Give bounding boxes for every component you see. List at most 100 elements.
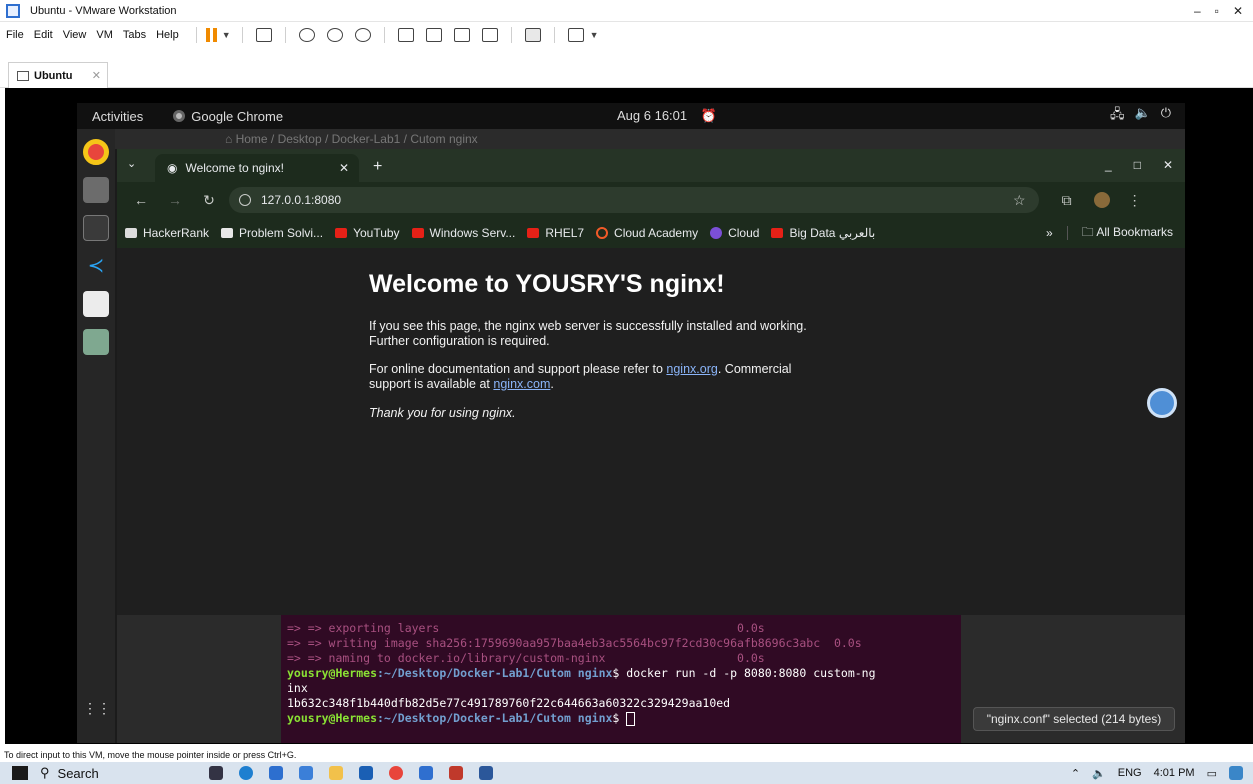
intro-paragraph: If you see this page, the nginx web serv… bbox=[369, 319, 807, 348]
terminal-line: inx bbox=[287, 681, 308, 695]
vmware-taskbar-icon[interactable] bbox=[418, 766, 433, 780]
taskbar-search[interactable]: ⚲ Search bbox=[40, 765, 99, 781]
full-screen-icon[interactable] bbox=[453, 28, 470, 42]
minimize-icon[interactable]: _ bbox=[1105, 158, 1112, 172]
close-icon[interactable]: ✕ bbox=[1233, 4, 1243, 18]
app-menu[interactable]: Google Chrome bbox=[173, 109, 283, 124]
task-view-icon[interactable] bbox=[208, 766, 223, 780]
bookmark-big-data[interactable]: Big Data بالعربي bbox=[771, 226, 875, 240]
terminal-window[interactable]: => => exporting layers 0.0s => => writin… bbox=[281, 615, 961, 743]
console-view-icon[interactable] bbox=[524, 28, 541, 42]
volume-icon: 🔈 bbox=[1134, 105, 1151, 120]
bookmark-problem-solving[interactable]: Problem Solvi... bbox=[221, 226, 323, 240]
maximize-icon[interactable]: ▫ bbox=[1215, 4, 1219, 18]
extensions-icon[interactable]: ⧉ bbox=[1062, 192, 1072, 209]
vm-icon bbox=[17, 70, 29, 81]
chevron-right-icon[interactable]: » bbox=[1046, 226, 1053, 240]
menu-help[interactable]: Help bbox=[156, 29, 179, 41]
bookmark-label: Big Data بالعربي bbox=[789, 226, 876, 240]
pause-icon[interactable] bbox=[205, 28, 218, 42]
revert-snapshot-icon[interactable] bbox=[326, 28, 343, 42]
bookmark-rhel7[interactable]: RHEL7 bbox=[527, 226, 584, 240]
prompt-path: :~/Desktop/Docker-Lab1/Cutom nginx bbox=[377, 711, 613, 725]
app-grid-icon[interactable]: ⋮⋮ bbox=[83, 695, 111, 721]
chrome-dock-icon[interactable] bbox=[83, 139, 109, 165]
nginx-org-link[interactable]: nginx.org bbox=[666, 362, 717, 376]
new-tab-button[interactable]: + bbox=[373, 158, 382, 176]
more-menu-icon[interactable]: ⋮ bbox=[1128, 192, 1142, 209]
copilot-icon[interactable] bbox=[1229, 766, 1243, 780]
close-icon[interactable]: ✕ bbox=[1163, 158, 1173, 172]
bookmark-cloud-academy[interactable]: Cloud Academy bbox=[596, 226, 698, 240]
back-icon[interactable]: ← bbox=[131, 192, 151, 208]
terminal-dock-icon[interactable] bbox=[83, 215, 109, 241]
chrome-taskbar-icon[interactable] bbox=[388, 766, 403, 780]
clock[interactable]: Aug 6 16:01 ⏰ bbox=[617, 108, 717, 124]
forward-icon[interactable]: → bbox=[165, 192, 185, 208]
notion-icon bbox=[221, 228, 234, 238]
tab-search-icon[interactable]: ⌄ bbox=[127, 157, 136, 170]
vscode-dock-icon[interactable]: ≺ bbox=[83, 253, 109, 279]
calendar-icon[interactable] bbox=[298, 766, 313, 780]
terminal-line: => => writing image sha256:1759690aa957b… bbox=[287, 636, 862, 650]
chevron-down-icon[interactable]: ▼ bbox=[222, 30, 231, 40]
unity-icon[interactable] bbox=[481, 28, 498, 42]
menu-tabs[interactable]: Tabs bbox=[123, 29, 146, 41]
send-keys-icon[interactable] bbox=[255, 28, 272, 42]
trash-dock-icon[interactable] bbox=[83, 329, 109, 355]
tab-ubuntu[interactable]: Ubuntu ✕ bbox=[8, 62, 108, 88]
cloud-academy-icon bbox=[596, 227, 609, 239]
avatar[interactable] bbox=[1093, 192, 1110, 208]
file-explorer-icon[interactable] bbox=[328, 766, 343, 780]
close-tab-icon[interactable]: ✕ bbox=[339, 161, 349, 175]
hackerrank-icon bbox=[125, 228, 137, 238]
bookmark-star-icon[interactable]: ☆ bbox=[1013, 192, 1026, 209]
menu-view[interactable]: View bbox=[63, 29, 87, 41]
app-taskbar-icon[interactable] bbox=[448, 766, 463, 780]
system-tray[interactable]: 🖧 🔈 ⏻ bbox=[1110, 105, 1171, 127]
bookmark-hackerrank[interactable]: HackerRank bbox=[125, 226, 209, 240]
address-bar[interactable]: 127.0.0.1:8080 bbox=[229, 187, 1039, 213]
word-icon[interactable] bbox=[478, 766, 493, 780]
menu-vm[interactable]: VM bbox=[96, 29, 113, 41]
reload-icon[interactable]: ↻ bbox=[199, 192, 219, 209]
ubuntu-dock: ≺ ⋮⋮ bbox=[77, 129, 115, 743]
nginx-com-link[interactable]: nginx.com bbox=[493, 377, 550, 391]
windows-start-icon[interactable] bbox=[12, 766, 28, 780]
snapshot-manager-icon[interactable] bbox=[354, 28, 371, 42]
close-icon[interactable]: ✕ bbox=[92, 69, 101, 82]
thumbnail-view-icon[interactable] bbox=[425, 28, 442, 42]
files-dock-icon[interactable] bbox=[83, 177, 109, 203]
chevron-down-icon[interactable]: ▼ bbox=[590, 30, 599, 40]
volume-icon[interactable]: 🔈 bbox=[1092, 767, 1106, 780]
minimize-icon[interactable]: – bbox=[1194, 4, 1201, 18]
activities-button[interactable]: Activities bbox=[92, 109, 143, 124]
site-info-icon[interactable] bbox=[239, 194, 251, 206]
text-editor-dock-icon[interactable] bbox=[83, 291, 109, 317]
guest-screen[interactable]: Activities Google Chrome Aug 6 16:01 ⏰ 🖧… bbox=[77, 103, 1185, 743]
terminal-command-line: yousry@Hermes:~/Desktop/Docker-Lab1/Cuto… bbox=[287, 666, 961, 681]
notification-icon[interactable]: ▭ bbox=[1207, 767, 1217, 780]
extension-floating-icon[interactable] bbox=[1147, 388, 1177, 418]
chevron-up-icon[interactable]: ⌃ bbox=[1071, 767, 1080, 780]
language-indicator[interactable]: ENG bbox=[1118, 767, 1142, 779]
stretch-icon[interactable] bbox=[567, 28, 584, 42]
store-icon[interactable] bbox=[268, 766, 283, 780]
all-bookmarks-button[interactable]: 🗀 All Bookmarks bbox=[1082, 223, 1173, 244]
mail-icon[interactable] bbox=[358, 766, 373, 780]
library-view-icon[interactable] bbox=[397, 28, 414, 42]
menu-edit[interactable]: Edit bbox=[34, 29, 53, 41]
chrome-icon bbox=[173, 110, 186, 122]
docs-paragraph: For online documentation and support ple… bbox=[369, 362, 829, 392]
maximize-icon[interactable]: □ bbox=[1134, 158, 1141, 172]
bookmark-cloud[interactable]: Cloud bbox=[710, 226, 759, 240]
bookmark-youtuby[interactable]: YouTuby bbox=[335, 226, 400, 240]
snapshot-icon[interactable] bbox=[298, 28, 315, 42]
edge-icon[interactable] bbox=[238, 766, 253, 780]
menu-file[interactable]: File bbox=[6, 29, 24, 41]
terminal-line: => => naming to docker.io/library/custom… bbox=[287, 651, 765, 665]
tab-title: Welcome to nginx! bbox=[185, 161, 284, 175]
bookmark-windows-server[interactable]: Windows Serv... bbox=[411, 226, 515, 240]
tab-welcome-nginx[interactable]: ◉ Welcome to nginx! ✕ bbox=[155, 154, 359, 182]
taskbar-clock[interactable]: 4:01 PM bbox=[1154, 767, 1195, 779]
